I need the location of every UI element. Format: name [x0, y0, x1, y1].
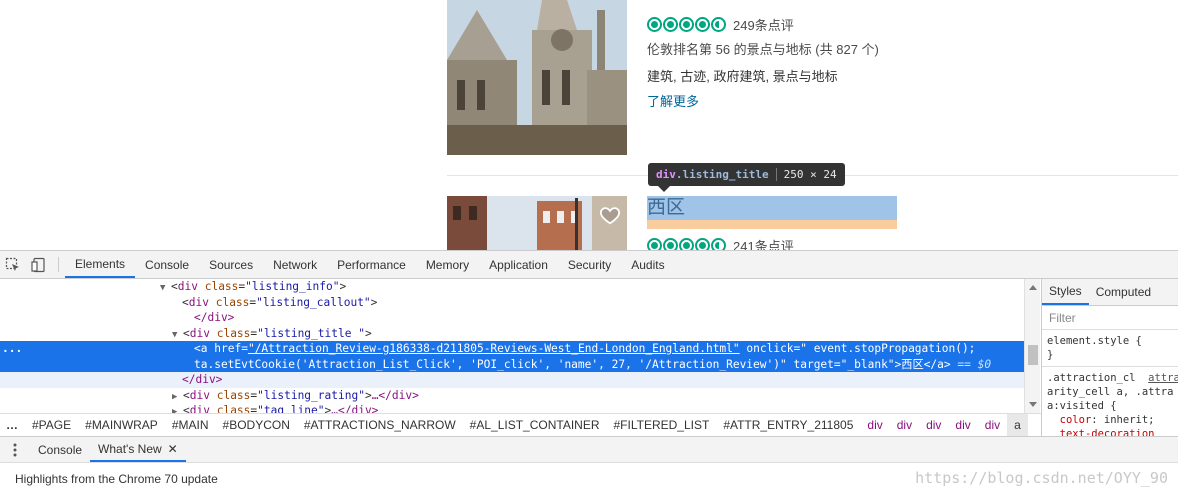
tab-computed[interactable]: Computed: [1089, 279, 1158, 305]
tooltip-tag: div: [656, 168, 676, 181]
dom-node[interactable]: ▼ <div class="listing_title ">: [0, 326, 1024, 342]
breadcrumb-item[interactable]: #AL_LIST_CONTAINER: [463, 414, 607, 436]
css-rule[interactable]: .attraction_cl attra arity_cell a, .attr…: [1042, 367, 1178, 438]
review-count[interactable]: 249条点评: [733, 15, 794, 34]
rating-bubble-icon: [679, 16, 694, 32]
dom-tree: ▼ <div class="listing_info"> <div class="…: [0, 279, 1024, 413]
rating-bubble-icon: [647, 237, 662, 250]
attraction-photo-west-end[interactable]: [447, 196, 627, 250]
dom-scrollbar[interactable]: [1024, 279, 1040, 413]
breadcrumb-item[interactable]: div: [919, 414, 948, 436]
element-style-rule[interactable]: element.style { }: [1042, 330, 1178, 367]
heart-save-icon[interactable]: [599, 204, 621, 226]
scroll-down-icon[interactable]: [1029, 402, 1037, 407]
tab-console[interactable]: Console: [135, 251, 199, 278]
tab-security[interactable]: Security: [558, 251, 621, 278]
inspect-element-icon[interactable]: [0, 251, 26, 278]
devtools-panel: Elements Console Sources Network Perform…: [0, 250, 1178, 493]
tab-elements[interactable]: Elements: [65, 251, 136, 278]
breadcrumb-item[interactable]: #MAINWRAP: [78, 414, 165, 436]
breadcrumb-item[interactable]: div: [860, 414, 889, 436]
dom-node-selected[interactable]: ... <a href="/Attraction_Review-g186338-d…: [0, 341, 1024, 357]
tab-network[interactable]: Network: [263, 251, 327, 278]
dom-node[interactable]: </div>: [0, 310, 1024, 326]
breadcrumb-overflow-icon[interactable]: …: [0, 414, 25, 436]
dom-node-selected[interactable]: ta.setEvtCookie('Attraction_List_Click',…: [0, 356, 1024, 372]
tab-memory[interactable]: Memory: [416, 251, 479, 278]
dom-node[interactable]: ▶ <div class="tag_line">…</div>: [0, 403, 1024, 413]
breadcrumb-item[interactable]: #ATTR_ENTRY_211805: [716, 414, 860, 436]
elements-panel: ▼ <div class="listing_info"> <div class="…: [0, 279, 1040, 413]
rating-bubbles: [647, 16, 726, 32]
dom-node[interactable]: </div>: [0, 372, 1024, 388]
close-icon[interactable]: ✕: [168, 442, 178, 456]
drawer-menu-icon[interactable]: [0, 437, 30, 462]
rating-bubble-icon: [663, 237, 678, 250]
breadcrumb-item[interactable]: #ATTRACTIONS_NARROW: [297, 414, 463, 436]
rating-bubble-icon: [695, 237, 710, 250]
review-count[interactable]: 241条点评: [733, 236, 794, 251]
learn-more-link[interactable]: 了解更多: [647, 91, 879, 110]
tooltip-class: .listing_title: [675, 168, 769, 181]
rating-half-bubble-icon: [711, 237, 726, 250]
drawer-tab-whats-new[interactable]: What's New ✕: [90, 437, 186, 462]
breadcrumb-item[interactable]: div: [978, 414, 1007, 436]
listing-info-1: 249条点评 伦敦排名第 56 的景点与地标 (共 827 个) 建筑, 古迹,…: [647, 14, 879, 110]
more-actions-icon[interactable]: ...: [2, 341, 22, 357]
gothic-building-image: [447, 0, 627, 155]
tab-audits[interactable]: Audits: [621, 251, 674, 278]
rating-half-bubble-icon: [711, 16, 726, 32]
rating-bubbles: [647, 237, 726, 250]
rating-bubble-icon: [695, 16, 710, 32]
dom-node[interactable]: <div class="listing_callout">: [0, 295, 1024, 311]
rating-row: 249条点评: [647, 14, 879, 34]
drawer-tab-console[interactable]: Console: [30, 437, 90, 462]
attraction-photo-courts[interactable]: [447, 0, 627, 155]
tab-performance[interactable]: Performance: [327, 251, 416, 278]
watermark: https://blog.csdn.net/OYY_90: [915, 469, 1168, 487]
breadcrumb-item-current[interactable]: a: [1007, 414, 1028, 436]
category-tags: 建筑, 古迹, 政府建筑, 景点与地标: [647, 69, 838, 84]
dom-node[interactable]: ▶ <div class="listing_rating">…</div>: [0, 388, 1024, 404]
tab-sources[interactable]: Sources: [199, 251, 263, 278]
breadcrumb-item[interactable]: #FILTERED_LIST: [607, 414, 717, 436]
page-viewport: 249条点评 伦敦排名第 56 的景点与地标 (共 827 个) 建筑, 古迹,…: [0, 0, 1178, 250]
breadcrumb-item[interactable]: div: [948, 414, 977, 436]
listing-2-rating: 241条点评: [647, 235, 794, 250]
devtools-tab-bar: Elements Console Sources Network Perform…: [0, 251, 1178, 279]
tab-application[interactable]: Application: [479, 251, 558, 278]
breadcrumb-item[interactable]: div: [890, 414, 919, 436]
breadcrumb-item[interactable]: #BODYCON: [216, 414, 297, 436]
breadcrumb-item[interactable]: #MAIN: [165, 414, 216, 436]
styles-sidebar: Styles Computed Filter element.style { }…: [1041, 279, 1178, 438]
stylesheet-link[interactable]: attra: [1148, 372, 1178, 384]
ranking-text: 伦敦排名第 56 的景点与地标 (共 827 个): [647, 42, 879, 57]
breadcrumb-item[interactable]: #PAGE: [25, 414, 78, 436]
tab-styles[interactable]: Styles: [1042, 279, 1089, 305]
rating-bubble-icon: [647, 16, 662, 32]
inspect-element-tooltip: div .listing_title 250 × 24: [648, 163, 845, 192]
rating-bubble-icon: [663, 16, 678, 32]
element-highlight-margin: [647, 220, 897, 229]
tooltip-size: 250 × 24: [783, 168, 837, 181]
listing-title-link[interactable]: 西区: [647, 196, 685, 220]
styles-filter-input[interactable]: Filter: [1042, 306, 1178, 330]
breadcrumb: … #PAGE #MAINWRAP #MAIN #BODYCON #ATTRAC…: [0, 413, 1041, 436]
scroll-thumb[interactable]: [1028, 345, 1038, 365]
drawer-tab-bar: Console What's New ✕: [0, 436, 1178, 463]
rating-bubble-icon: [679, 237, 694, 250]
dom-node[interactable]: ▼ <div class="listing_info">: [0, 279, 1024, 295]
device-toolbar-icon[interactable]: [26, 251, 52, 278]
scroll-up-icon[interactable]: [1029, 285, 1037, 290]
styles-tab-bar: Styles Computed: [1042, 279, 1178, 306]
